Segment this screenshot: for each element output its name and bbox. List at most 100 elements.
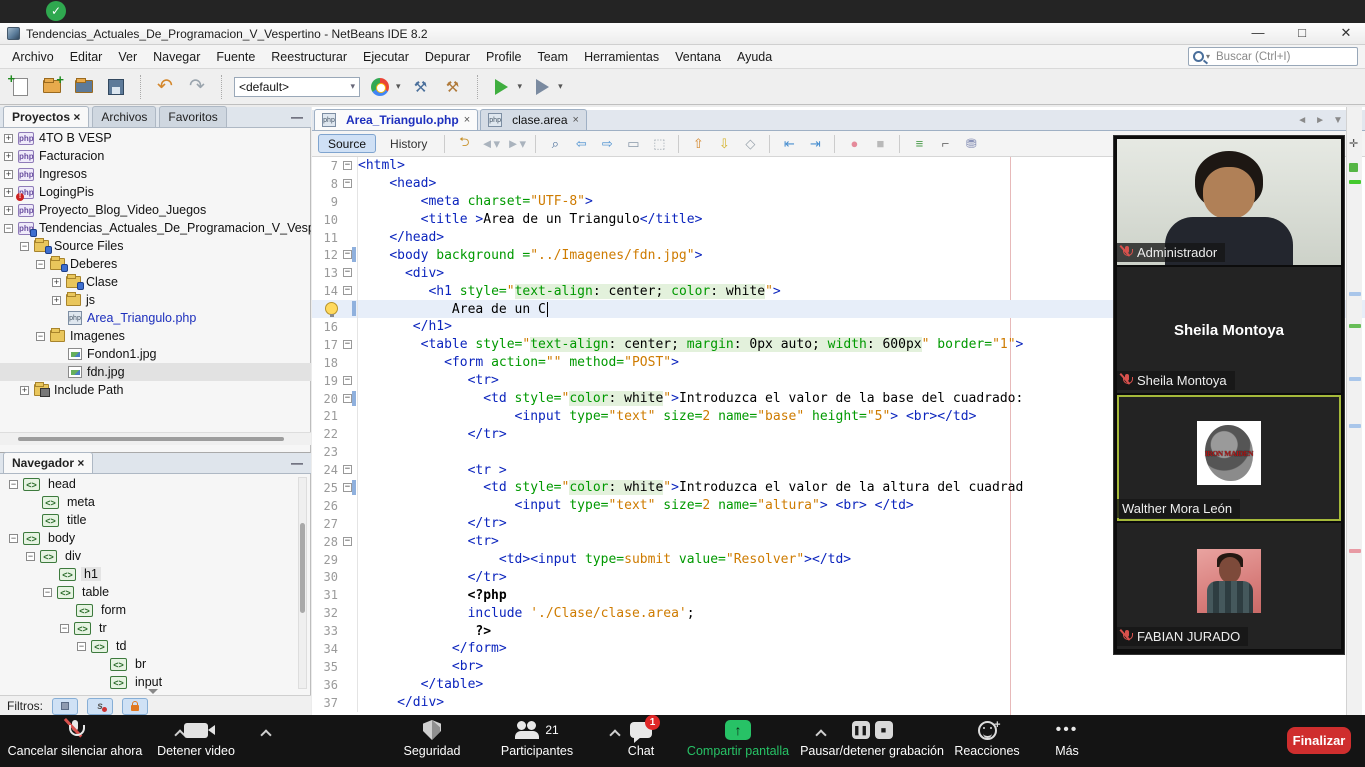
- shift-left-button[interactable]: ⇤: [779, 136, 799, 152]
- nav-tree-item[interactable]: −<>td: [0, 637, 296, 655]
- nav-tree-item[interactable]: <>h1: [0, 565, 296, 583]
- chat-button[interactable]: 1 Chat: [608, 719, 674, 758]
- collapse-icon[interactable]: −: [9, 480, 18, 489]
- fold-collapse-icon[interactable]: −: [343, 465, 352, 474]
- stop-video-button[interactable]: Detener video: [150, 719, 242, 758]
- expand-icon[interactable]: +: [4, 188, 13, 197]
- hint-lightbulb-icon[interactable]: [325, 302, 338, 315]
- editor-error-stripe[interactable]: [1346, 107, 1362, 715]
- tab-list-icon[interactable]: ▼: [1333, 115, 1343, 126]
- pause-recording-icon[interactable]: ❚❚: [852, 721, 870, 739]
- tree-item[interactable]: −Source Files: [0, 237, 311, 255]
- fold-collapse-icon[interactable]: −: [343, 286, 352, 295]
- new-project-button[interactable]: [40, 75, 64, 99]
- toggle-highlight-button[interactable]: ▭: [623, 136, 643, 152]
- collapse-icon[interactable]: −: [77, 642, 86, 651]
- collapse-icon[interactable]: −: [20, 242, 29, 251]
- menu-fuente[interactable]: Fuente: [208, 47, 263, 67]
- tree-item[interactable]: +phpProyecto_Blog_Video_Juegos: [0, 201, 311, 219]
- filter-show-private-button[interactable]: [122, 698, 148, 715]
- back-button[interactable]: ◄▾: [480, 136, 500, 152]
- collapse-icon[interactable]: −: [9, 534, 18, 543]
- expand-icon[interactable]: +: [4, 206, 13, 215]
- tree-item[interactable]: +Clase: [0, 273, 311, 291]
- shift-right-button[interactable]: ⇥: [805, 136, 825, 152]
- nav-tree-item[interactable]: −<>div: [0, 547, 296, 565]
- tab-proyectos[interactable]: Proyectos ×: [3, 106, 89, 127]
- collapse-icon[interactable]: −: [4, 224, 13, 233]
- browser-chrome-button[interactable]: [368, 75, 392, 99]
- expand-icon[interactable]: +: [4, 170, 13, 179]
- nav-tree-item[interactable]: −<>tr: [0, 619, 296, 637]
- history-view-button[interactable]: History: [382, 137, 435, 151]
- tree-item[interactable]: +php4TO B VESP: [0, 129, 311, 147]
- tree-item[interactable]: +Include Path: [0, 381, 311, 399]
- tree-item[interactable]: +php!LogingPis: [0, 183, 311, 201]
- move-window-icon[interactable]: [1349, 139, 1360, 150]
- configuration-combo[interactable]: <default> ▾: [234, 77, 360, 97]
- start-macro-recording-button[interactable]: ●: [844, 136, 864, 151]
- zoom-participants-panel[interactable]: AdministradorSheila MontoyaSheila Montoy…: [1114, 136, 1344, 654]
- close-tab-icon[interactable]: ×: [573, 114, 579, 126]
- expand-icon[interactable]: +: [4, 134, 13, 143]
- debug-project-button[interactable]: [530, 75, 554, 99]
- error-stripe-mark[interactable]: [1349, 324, 1361, 328]
- filter-show-attributes-button[interactable]: [52, 698, 78, 715]
- expand-icon[interactable]: +: [20, 386, 29, 395]
- minimize-panel-icon[interactable]: —: [291, 456, 303, 470]
- clean-build-button[interactable]: ⚒: [441, 75, 465, 99]
- build-project-button[interactable]: ⚒: [409, 75, 433, 99]
- fold-collapse-icon[interactable]: −: [343, 537, 352, 546]
- code-line[interactable]: 36 </table>: [312, 676, 1365, 694]
- chevron-down-icon[interactable]: ▾: [558, 81, 563, 92]
- tree-item[interactable]: −Deberes: [0, 255, 311, 273]
- source-view-button[interactable]: Source: [318, 134, 376, 153]
- previous-bookmark-button[interactable]: ⇧: [688, 136, 708, 152]
- collapse-icon[interactable]: −: [36, 332, 45, 341]
- maximize-button[interactable]: □: [1287, 25, 1317, 43]
- scroll-tabs-right-icon[interactable]: ►: [1315, 115, 1325, 126]
- collapse-icon[interactable]: −: [26, 552, 35, 561]
- close-tab-icon[interactable]: ×: [464, 114, 470, 126]
- scroll-tabs-left-icon[interactable]: ◄: [1297, 115, 1307, 126]
- chevron-down-icon[interactable]: ▾: [518, 81, 523, 92]
- fold-collapse-icon[interactable]: −: [343, 179, 352, 188]
- fold-collapse-icon[interactable]: −: [343, 340, 352, 349]
- tree-item[interactable]: Fondon1.jpg: [0, 345, 311, 363]
- error-stripe-mark[interactable]: [1349, 549, 1361, 553]
- menu-ayuda[interactable]: Ayuda: [729, 47, 780, 67]
- tree-item[interactable]: +js: [0, 291, 311, 309]
- nav-tree-item[interactable]: <>br: [0, 655, 296, 673]
- nav-tree-item[interactable]: <>meta: [0, 493, 296, 511]
- collapse-icon[interactable]: −: [60, 624, 69, 633]
- fold-collapse-icon[interactable]: −: [343, 394, 352, 403]
- search-dropdown-icon[interactable]: ▾: [1206, 52, 1210, 61]
- expand-icon[interactable]: +: [4, 152, 13, 161]
- toggle-bookmark-button[interactable]: ◇: [740, 136, 760, 152]
- stop-recording-icon[interactable]: ■: [875, 721, 893, 739]
- error-stripe-mark[interactable]: [1349, 377, 1361, 381]
- close-icon[interactable]: ×: [77, 456, 84, 470]
- chevron-down-icon[interactable]: ▾: [396, 81, 401, 92]
- tree-item[interactable]: +phpFacturacion: [0, 147, 311, 165]
- participant-tile[interactable]: Sheila MontoyaSheila Montoya: [1117, 267, 1341, 393]
- find-previous-button[interactable]: ⇦: [571, 136, 591, 152]
- error-stripe-mark[interactable]: [1349, 180, 1361, 184]
- find-next-button[interactable]: ⇨: [597, 136, 617, 152]
- tree-item[interactable]: −Imagenes: [0, 327, 311, 345]
- error-stripe-mark[interactable]: [1349, 292, 1361, 296]
- fold-collapse-icon[interactable]: −: [343, 268, 352, 277]
- error-stripe-mark[interactable]: [1349, 424, 1361, 428]
- stop-macro-recording-button[interactable]: ■: [870, 136, 890, 151]
- open-project-button[interactable]: [72, 75, 96, 99]
- fold-collapse-icon[interactable]: −: [343, 161, 352, 170]
- end-meeting-button[interactable]: Finalizar: [1287, 727, 1351, 754]
- menu-ventana[interactable]: Ventana: [667, 47, 729, 67]
- run-project-button[interactable]: [490, 75, 514, 99]
- expand-icon[interactable]: +: [52, 296, 61, 305]
- find-selection-button[interactable]: ⌕: [545, 136, 565, 152]
- save-all-button[interactable]: [104, 75, 128, 99]
- filter-show-script-button[interactable]: s: [87, 698, 113, 715]
- menu-ejecutar[interactable]: Ejecutar: [355, 47, 417, 67]
- expand-icon[interactable]: +: [52, 278, 61, 287]
